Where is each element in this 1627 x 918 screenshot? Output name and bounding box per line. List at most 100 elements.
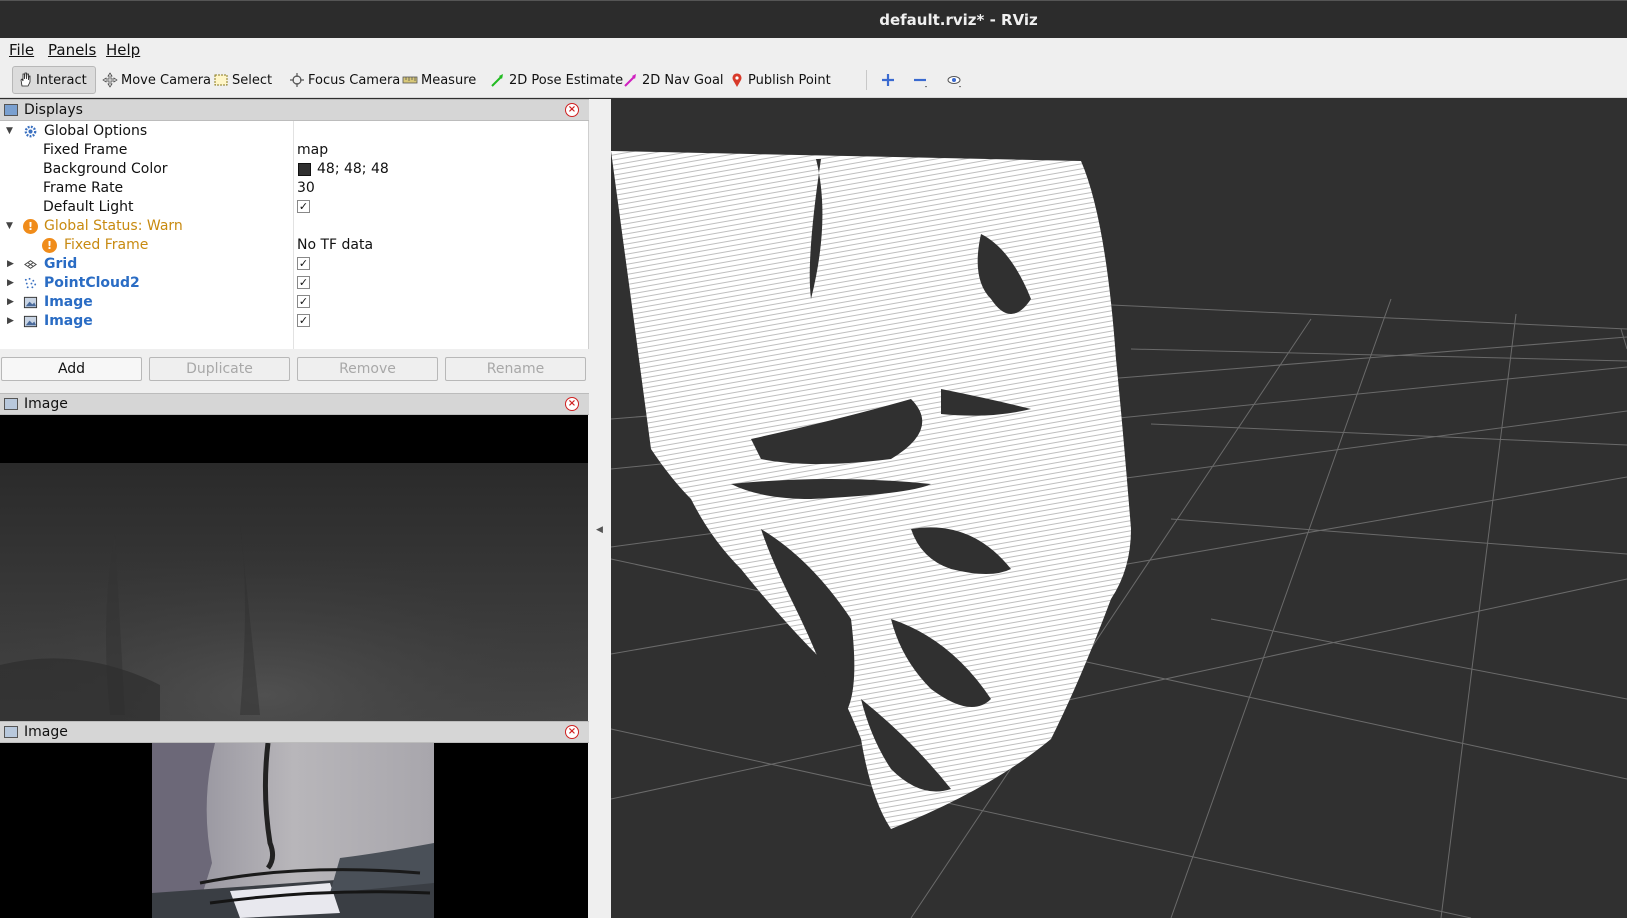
color-swatch[interactable] bbox=[298, 163, 311, 176]
duplicate-button[interactable]: Duplicate bbox=[149, 357, 290, 381]
move-camera-button[interactable]: Move Camera bbox=[98, 66, 215, 94]
background-color-value[interactable]: 48; 48; 48 bbox=[317, 161, 389, 177]
measure-button[interactable]: Measure bbox=[398, 66, 480, 94]
title-bar: default.rviz* - RViz bbox=[0, 0, 1627, 38]
tree-row-status-fixed-frame[interactable]: ! Fixed Frame No TF data bbox=[0, 236, 589, 255]
rgb-image-view[interactable] bbox=[0, 743, 588, 918]
measure-label: Measure bbox=[421, 72, 477, 88]
pointcloud-checkbox[interactable]: ✓ bbox=[297, 276, 310, 289]
expand-arrow-icon[interactable]: ▶ bbox=[7, 316, 15, 326]
default-light-checkbox[interactable]: ✓ bbox=[297, 200, 310, 213]
global-status-label: Global Status: Warn bbox=[44, 218, 183, 234]
depth-image bbox=[0, 463, 588, 721]
pose-estimate-label: 2D Pose Estimate bbox=[509, 72, 624, 88]
menu-file[interactable]: File bbox=[9, 41, 34, 59]
minus-icon bbox=[912, 72, 928, 88]
tree-row-fixed-frame[interactable]: Fixed Frame map bbox=[0, 141, 589, 160]
close-icon[interactable]: × bbox=[565, 103, 579, 117]
expand-arrow-icon[interactable]: ▶ bbox=[7, 259, 15, 269]
tree-row-frame-rate[interactable]: Frame Rate 30 bbox=[0, 179, 589, 198]
tree-row-default-light[interactable]: Default Light ✓ bbox=[0, 198, 589, 217]
collapse-arrow-icon[interactable]: ◀ bbox=[596, 525, 603, 535]
toolbar: Interact Move Camera Select Focus Camera… bbox=[0, 62, 1627, 98]
view-tools-button[interactable] bbox=[942, 66, 969, 94]
image-panel-header: Image × bbox=[0, 393, 589, 415]
depth-image-view[interactable] bbox=[0, 415, 588, 721]
displays-tree: ▼ Global Options Fixed Frame map Backgro… bbox=[0, 121, 589, 349]
displays-panel-title: Displays bbox=[24, 102, 83, 118]
status-fixed-frame-value: No TF data bbox=[297, 237, 374, 253]
close-icon[interactable]: × bbox=[565, 725, 579, 739]
collapse-arrow-icon[interactable]: ▼ bbox=[6, 126, 14, 136]
pointcloud-label: PointCloud2 bbox=[44, 275, 140, 291]
collapse-arrow-icon[interactable]: ▼ bbox=[6, 221, 14, 231]
image-checkbox[interactable]: ✓ bbox=[297, 295, 310, 308]
add-button[interactable]: Add bbox=[1, 357, 142, 381]
menu-bar: File Panels Help bbox=[0, 38, 1627, 62]
nav-goal-icon bbox=[623, 72, 639, 88]
pose-estimate-button[interactable]: 2D Pose Estimate bbox=[486, 66, 627, 94]
grid-icon bbox=[23, 257, 38, 272]
default-light-label: Default Light bbox=[43, 199, 134, 215]
eye-icon bbox=[946, 72, 962, 88]
remove-tool-button[interactable] bbox=[908, 66, 935, 94]
tree-row-global-options[interactable]: ▼ Global Options bbox=[0, 122, 589, 141]
left-dock: Displays × ▼ Global Options Fixed Frame … bbox=[0, 99, 589, 918]
tree-row-image-1[interactable]: ▶ Image ✓ bbox=[0, 293, 589, 312]
image-panel-title: Image bbox=[24, 724, 68, 740]
image-display-label: Image bbox=[44, 313, 93, 329]
pose-arrow-icon bbox=[490, 72, 506, 88]
tree-row-image-2[interactable]: ▶ Image ✓ bbox=[0, 312, 589, 331]
displays-panel-header: Displays × bbox=[0, 99, 589, 121]
menu-help[interactable]: Help bbox=[106, 41, 140, 59]
warning-icon: ! bbox=[42, 238, 57, 253]
plus-icon bbox=[880, 72, 896, 88]
tree-row-pointcloud2[interactable]: ▶ PointCloud2 ✓ bbox=[0, 274, 589, 293]
image-display-label: Image bbox=[44, 294, 93, 310]
tree-row-grid[interactable]: ▶ Grid ✓ bbox=[0, 255, 589, 274]
image-icon bbox=[4, 726, 18, 738]
interact-button[interactable]: Interact bbox=[12, 66, 96, 94]
window-title: default.rviz* - RViz bbox=[879, 11, 1038, 29]
image-icon bbox=[23, 295, 38, 310]
nav-goal-label: 2D Nav Goal bbox=[642, 72, 724, 88]
status-fixed-frame-label: Fixed Frame bbox=[64, 237, 149, 253]
measure-icon bbox=[402, 72, 418, 88]
pointcloud-icon bbox=[23, 276, 38, 291]
publish-point-button[interactable]: Publish Point bbox=[725, 66, 835, 94]
warning-icon: ! bbox=[23, 219, 38, 234]
toolbar-separator bbox=[866, 70, 867, 90]
fixed-frame-value[interactable]: map bbox=[297, 142, 328, 158]
3d-viewport[interactable] bbox=[611, 99, 1627, 918]
focus-camera-button[interactable]: Focus Camera bbox=[285, 66, 404, 94]
dock-splitter[interactable]: ◀ bbox=[589, 99, 611, 918]
interact-label: Interact bbox=[36, 72, 87, 88]
grid-checkbox[interactable]: ✓ bbox=[297, 257, 310, 270]
map-pin-icon bbox=[729, 72, 745, 88]
frame-rate-label: Frame Rate bbox=[43, 180, 124, 196]
remove-button[interactable]: Remove bbox=[297, 357, 438, 381]
image-panel-header: Image × bbox=[0, 721, 589, 743]
image-panel-title: Image bbox=[24, 396, 68, 412]
menu-panels[interactable]: Panels bbox=[48, 41, 96, 59]
render-view bbox=[611, 151, 1627, 918]
rename-button[interactable]: Rename bbox=[445, 357, 586, 381]
nav-goal-button[interactable]: 2D Nav Goal bbox=[619, 66, 728, 94]
expand-arrow-icon[interactable]: ▶ bbox=[7, 278, 15, 288]
monitor-icon bbox=[4, 104, 18, 116]
fixed-frame-label: Fixed Frame bbox=[43, 142, 128, 158]
background-color-label: Background Color bbox=[43, 161, 168, 177]
tree-row-global-status[interactable]: ▼ ! Global Status: Warn bbox=[0, 217, 589, 236]
image-icon bbox=[4, 398, 18, 410]
expand-arrow-icon[interactable]: ▶ bbox=[7, 297, 15, 307]
select-button[interactable]: Select bbox=[209, 66, 276, 94]
image-checkbox[interactable]: ✓ bbox=[297, 314, 310, 327]
tree-row-background-color[interactable]: Background Color 48; 48; 48 bbox=[0, 160, 589, 179]
camera-image bbox=[152, 743, 434, 918]
frame-rate-value[interactable]: 30 bbox=[297, 180, 315, 196]
grid-label: Grid bbox=[44, 256, 78, 272]
close-icon[interactable]: × bbox=[565, 397, 579, 411]
focus-camera-icon bbox=[289, 72, 305, 88]
add-tool-button[interactable] bbox=[876, 66, 903, 94]
select-label: Select bbox=[232, 72, 273, 88]
